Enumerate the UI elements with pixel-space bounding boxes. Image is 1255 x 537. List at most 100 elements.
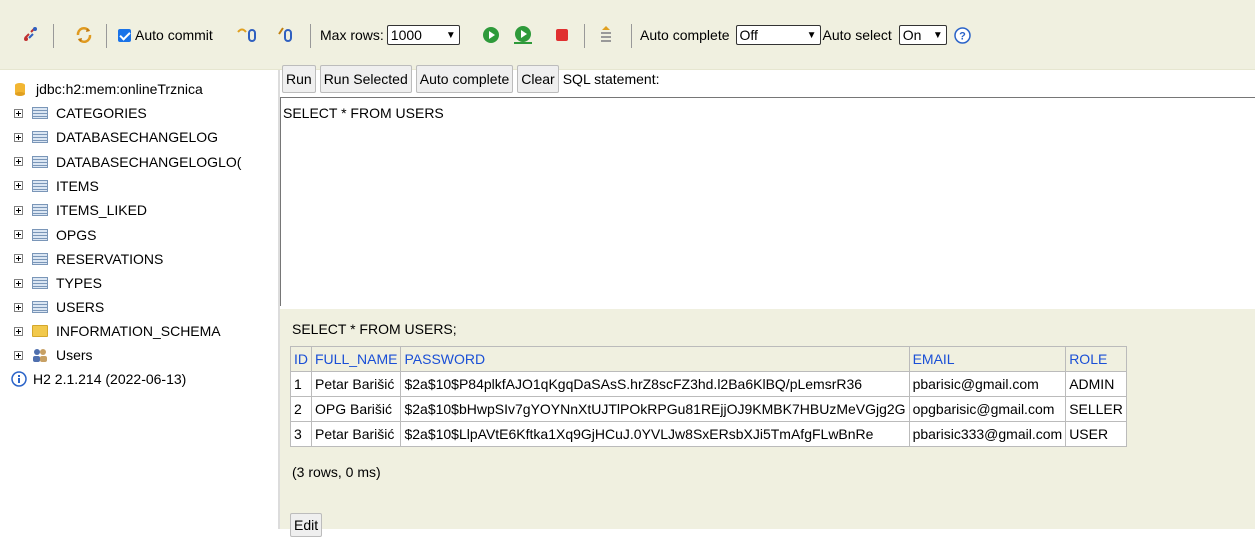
toolbar: Auto commit Max rows: 1000 ▼ Auto comple…	[0, 0, 1255, 70]
database-icon	[15, 83, 25, 96]
auto-complete-select[interactable]: Off ▼	[735, 25, 821, 45]
auto-complete-value: Off	[739, 27, 758, 43]
expand-icon[interactable]	[14, 302, 23, 312]
table-row: 2 OPG Barišić $2a$10$bHwpSIv7gYOYNnXtUJTlP…	[290, 396, 1127, 422]
tree-item-table[interactable]: ITEMS_LIKED	[14, 199, 147, 221]
column-header[interactable]: PASSWORD	[400, 346, 910, 372]
sql-editor[interactable]: SELECT * FROM USERS	[280, 97, 1255, 306]
connection-node[interactable]: jdbc:h2:mem:onlineTrznica	[14, 78, 203, 100]
expand-icon[interactable]	[14, 350, 23, 360]
table-cell: Petar Barišić	[310, 371, 402, 397]
tree-item-table[interactable]: OPGS	[14, 224, 96, 246]
table-icon	[32, 301, 48, 314]
run-button[interactable]: Run	[282, 65, 316, 93]
sql-text: SELECT * FROM USERS	[283, 105, 444, 121]
column-header[interactable]: EMAIL	[908, 346, 1067, 372]
tree-item-label: TYPES	[56, 275, 102, 292]
table-cell: Petar Barišić	[310, 421, 402, 447]
auto-select-value: On	[902, 27, 922, 43]
expand-icon[interactable]	[14, 181, 23, 191]
table-cell: 3	[290, 421, 312, 447]
refresh-icon[interactable]	[74, 0, 94, 70]
expand-icon[interactable]	[14, 132, 23, 142]
version-info: H2 2.1.214 (2022-06-13)	[11, 368, 186, 390]
tree-item-table[interactable]: DATABASECHANGELOG	[14, 126, 218, 148]
rollback-icon[interactable]	[277, 0, 297, 70]
column-header[interactable]: FULL_NAME	[310, 346, 402, 372]
run-selected-icon[interactable]	[512, 0, 534, 70]
table-cell: USER	[1065, 421, 1127, 447]
tree-item-table[interactable]: RESERVATIONS	[14, 248, 163, 270]
tree-item-label: ITEMS_LIKED	[56, 202, 148, 219]
results-panel: SELECT * FROM USERS; ID FULL_NAME PASSWORD…	[280, 309, 1255, 537]
expand-icon[interactable]	[14, 326, 23, 336]
run-icon[interactable]	[482, 0, 500, 70]
table-cell: ADMIN	[1065, 371, 1127, 397]
table-cell: SELLER	[1065, 396, 1127, 422]
tree-item-table[interactable]: CATEGORIES	[14, 102, 147, 124]
chevron-down-icon: ▼	[932, 29, 943, 41]
expand-icon[interactable]	[14, 205, 23, 215]
tree-item-information-schema[interactable]: INFORMATION_SCHEMA	[14, 320, 221, 342]
tree-item-label: USERS	[56, 299, 105, 316]
disconnect-icon[interactable]	[22, 0, 40, 70]
table-cell: 2	[290, 396, 312, 422]
expand-icon[interactable]	[14, 230, 23, 239]
column-header[interactable]: ID	[290, 346, 312, 372]
column-header[interactable]: ROLE	[1065, 346, 1127, 372]
editor-toolbar: Run Run Selected Auto complete Clear SQL…	[280, 63, 659, 95]
run-selected-button[interactable]: Run Selected	[319, 65, 412, 93]
table-icon	[32, 204, 48, 217]
folder-icon	[32, 325, 48, 337]
chevron-down-icon: ▼	[806, 29, 817, 41]
stop-icon[interactable]	[555, 0, 569, 70]
table-icon	[32, 179, 48, 192]
table-cell: OPG Barišić	[310, 396, 402, 422]
auto-commit-label: Auto commit	[135, 27, 213, 43]
result-summary: (3 rows, 0 ms)	[292, 464, 381, 480]
max-rows-select[interactable]: 1000 ▼	[386, 25, 460, 45]
table-cell: 1	[290, 371, 312, 397]
tree-item-label: INFORMATION_SCHEMA	[56, 323, 221, 339]
table-cell: opgbarisic@gmail.com	[908, 396, 1067, 422]
table-cell: $2a$10$P84plkfAJO1qKgqDaSAsS.hrZ8scFZ3hd…	[400, 371, 910, 397]
tree-item-table[interactable]: DATABASECHANGELOGLO(	[14, 151, 241, 173]
auto-select-select[interactable]: On ▼	[898, 25, 947, 45]
table-icon	[32, 228, 48, 241]
table-icon	[32, 155, 48, 168]
tree-item-label: ITEMS	[56, 177, 99, 194]
table-row: 1 Petar Barišić $2a$10$P84plkfAJO1qKgqDaSA…	[290, 371, 1127, 397]
auto-complete-button[interactable]: Auto complete	[415, 65, 514, 93]
expand-icon[interactable]	[14, 157, 23, 167]
tree-item-label: RESERVATIONS	[56, 250, 164, 267]
auto-complete-label: Auto complete	[640, 27, 730, 43]
result-table: ID FULL_NAME PASSWORD EMAIL ROLE 1 Petar Bari…	[290, 346, 1127, 447]
chevron-down-icon: ▼	[445, 29, 456, 41]
expand-icon[interactable]	[14, 278, 23, 288]
help-icon[interactable]: ?	[954, 26, 971, 44]
table-icon	[32, 252, 48, 265]
expand-icon[interactable]	[14, 254, 23, 264]
result-query: SELECT * FROM USERS;	[292, 321, 457, 337]
clear-button[interactable]: Clear	[517, 65, 559, 93]
auto-commit-checkbox[interactable]: Auto commit	[118, 0, 213, 70]
tree-item-label: CATEGORIES	[56, 105, 147, 121]
table-header-row: ID FULL_NAME PASSWORD EMAIL ROLE	[290, 346, 1127, 372]
tree-item-table[interactable]: TYPES	[14, 272, 102, 294]
info-icon	[11, 371, 27, 387]
table-cell: $2a$10$bHwpSIv7gYOYNnXtUJTlPOkRPGu81REjj…	[400, 396, 910, 422]
checkbox-checked-icon[interactable]	[118, 28, 131, 42]
table-row: 3 Petar Barišić $2a$10$LlpAVtE6Kftka1Xq9Gj…	[290, 421, 1127, 447]
schema-tree: jdbc:h2:mem:onlineTrznica CATEGORIES DATA…	[0, 70, 278, 529]
commit-icon[interactable]	[236, 0, 260, 70]
tree-item-label: Users	[56, 347, 93, 363]
tree-item-label: DATABASECHANGELOG	[56, 129, 219, 146]
expand-icon[interactable]	[14, 108, 23, 118]
edit-button[interactable]: Edit	[290, 513, 323, 537]
tree-item-table[interactable]: ITEMS	[14, 175, 99, 197]
tree-item-users[interactable]: Users	[14, 344, 93, 366]
tree-item-table[interactable]: USERS	[14, 296, 104, 318]
history-icon[interactable]	[599, 0, 613, 70]
tree-item-label: OPGS	[56, 226, 97, 243]
table-icon	[32, 277, 48, 290]
